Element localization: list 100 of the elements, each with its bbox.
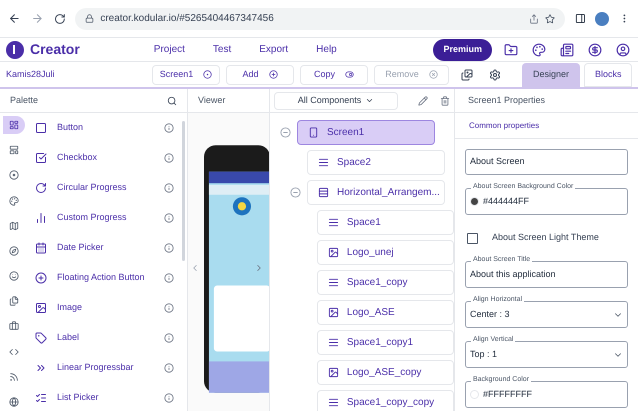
- category-icon: [8, 145, 18, 156]
- tree-node[interactable]: Space1: [316, 210, 454, 234]
- menu-item[interactable]: Export: [259, 42, 288, 57]
- component-icon: [35, 362, 47, 374]
- palette-icon[interactable]: [532, 42, 546, 56]
- panel-title: Viewer: [198, 94, 226, 107]
- section-title[interactable]: Common properties: [469, 120, 540, 132]
- tree-node[interactable]: Screen1: [297, 120, 435, 144]
- palette-item[interactable]: Custom Progress: [57, 211, 127, 225]
- folder-plus-icon[interactable]: [504, 42, 518, 56]
- component-icon: [308, 126, 319, 138]
- toolbar-button[interactable]: Add: [226, 64, 294, 84]
- side-panel-icon[interactable]: [574, 13, 586, 24]
- tree-node[interactable]: Space2: [307, 150, 445, 174]
- toolbar-button[interactable]: Copy: [300, 64, 368, 84]
- category-icon: [8, 120, 18, 130]
- lock-icon: [85, 14, 94, 23]
- color-field[interactable]: #444444FF: [465, 188, 628, 215]
- back-icon[interactable]: [8, 12, 21, 25]
- bookmark-star-icon[interactable]: [544, 14, 555, 24]
- component-icon: [35, 182, 47, 194]
- info-icon[interactable]: [164, 303, 174, 313]
- component-icon: [35, 152, 47, 164]
- palette-item[interactable]: Image: [57, 301, 82, 315]
- category-icon: [8, 170, 18, 180]
- edit-icon[interactable]: [418, 96, 428, 106]
- screen-icon: [203, 70, 212, 79]
- remove-icon: [428, 70, 438, 79]
- info-icon[interactable]: [164, 243, 174, 253]
- forward-icon[interactable]: [30, 12, 44, 25]
- component-icon: [318, 186, 329, 198]
- collapse-icon[interactable]: [280, 126, 290, 138]
- menu-item[interactable]: Test: [212, 42, 232, 57]
- info-icon[interactable]: [164, 123, 174, 133]
- palette-item[interactable]: Button: [57, 121, 84, 135]
- input-field[interactable]: About Screen: [465, 149, 628, 175]
- toolbar-button[interactable]: Screen1: [152, 64, 220, 84]
- category-icon: [8, 396, 18, 407]
- tree-node[interactable]: Logo_ASE: [316, 300, 454, 324]
- tree-node[interactable]: Logo_unej: [316, 240, 454, 264]
- reload-icon[interactable]: [54, 12, 66, 24]
- tree-node[interactable]: Space1_copy1: [316, 330, 454, 354]
- palette-item[interactable]: Date Picker: [57, 241, 104, 255]
- settings-icon[interactable]: [489, 68, 501, 80]
- gallery-icon[interactable]: [461, 68, 473, 80]
- copy-icon: [345, 70, 354, 79]
- info-icon[interactable]: [164, 363, 174, 373]
- view-tab[interactable]: Designer: [522, 62, 580, 86]
- premium-button[interactable]: Premium: [433, 38, 492, 60]
- menu-item[interactable]: Project: [154, 42, 185, 57]
- info-icon[interactable]: [164, 183, 174, 193]
- color-field[interactable]: #FFFFFFFF: [465, 381, 628, 408]
- tree-node[interactable]: Horizontal_Arrangem...: [307, 180, 445, 204]
- filter-dropdown[interactable]: All Components: [274, 92, 398, 110]
- info-icon[interactable]: [164, 393, 174, 403]
- component-icon: [328, 336, 339, 348]
- component-icon: [328, 396, 339, 408]
- component-icon: [328, 276, 339, 288]
- info-icon[interactable]: [164, 213, 174, 223]
- dollar-icon[interactable]: [588, 42, 602, 56]
- palette-item[interactable]: List Picker: [57, 391, 99, 405]
- dropdown-field[interactable]: Center : 3: [465, 301, 628, 328]
- checkbox[interactable]: [467, 232, 478, 244]
- add-icon: [268, 70, 278, 79]
- search-icon[interactable]: [167, 96, 177, 106]
- tree-node[interactable]: Logo_ASE_copy: [316, 360, 454, 384]
- info-icon[interactable]: [164, 153, 174, 163]
- category-icon: [8, 372, 18, 382]
- profile-avatar[interactable]: [595, 12, 610, 26]
- palette-item[interactable]: Circular Progress: [57, 181, 127, 195]
- component-icon: [318, 156, 329, 168]
- palette-item[interactable]: Floating Action Button: [57, 271, 145, 285]
- category-icon: [8, 246, 18, 256]
- category-icon: [8, 271, 18, 282]
- info-icon[interactable]: [164, 333, 174, 343]
- delete-icon[interactable]: [440, 96, 450, 106]
- info-icon[interactable]: [164, 273, 174, 283]
- checkbox-label: About Screen Light Theme: [492, 231, 599, 244]
- component-icon: [35, 122, 47, 134]
- palette-item[interactable]: Checkbox: [57, 151, 98, 165]
- category-tab[interactable]: [2, 116, 24, 134]
- component-icon: [328, 216, 339, 228]
- newspaper-icon[interactable]: [560, 42, 574, 56]
- menu-item[interactable]: Help: [316, 42, 337, 57]
- address-bar[interactable]: creator.kodular.io/#5265404467347456: [75, 8, 565, 30]
- component-icon: [35, 332, 47, 344]
- collapse-icon[interactable]: [290, 186, 300, 198]
- tree-node[interactable]: Space1_copy: [316, 270, 454, 294]
- palette-item[interactable]: Label: [57, 331, 80, 345]
- component-icon: [328, 246, 339, 258]
- input-field[interactable]: About this application: [465, 261, 628, 288]
- account-icon[interactable]: [616, 42, 630, 56]
- palette-item[interactable]: Linear Progressbar: [57, 361, 134, 375]
- chevron-down-icon: [365, 96, 374, 105]
- view-tab[interactable]: Blocks: [584, 62, 632, 86]
- category-icon: [8, 220, 18, 231]
- component-icon: [328, 366, 339, 378]
- dropdown-field[interactable]: Top : 1: [465, 341, 628, 368]
- tree-node[interactable]: Space1_copy_copy: [316, 390, 454, 411]
- share-icon[interactable]: [528, 14, 539, 24]
